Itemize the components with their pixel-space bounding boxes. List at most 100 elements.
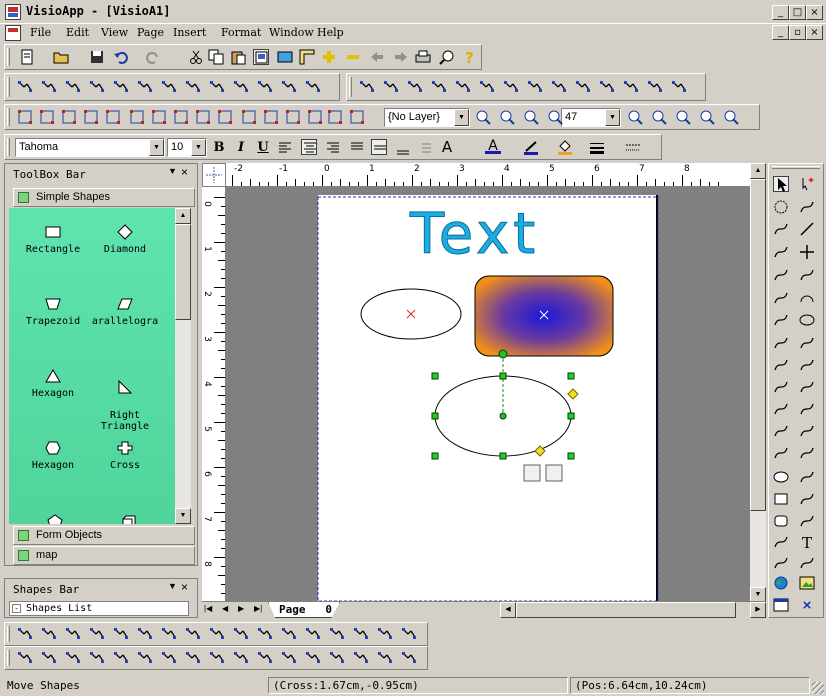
ruler-corner[interactable] [202,163,226,187]
distribute-tool-icon[interactable] [209,650,225,666]
shape-tool-icon[interactable] [773,423,789,439]
drawing-tool-icon[interactable] [195,109,211,125]
ellipse-fill-icon[interactable] [773,469,789,485]
arrange-tool-icon[interactable] [623,79,639,95]
align-tool-icon[interactable] [305,626,321,642]
shape-right-triangle[interactable]: Right Triangle [89,368,161,432]
redo-icon[interactable] [145,49,161,65]
align-tool-icon[interactable] [329,626,345,642]
first-page-icon[interactable]: |◀ [204,604,212,613]
align-tool-icon[interactable] [209,626,225,642]
connector-tool-icon[interactable] [89,79,105,95]
connector-tool-icon[interactable] [137,79,153,95]
align-tool-icon[interactable] [137,626,153,642]
shape-tool-icon[interactable] [799,267,815,283]
align-tool-icon[interactable] [113,626,129,642]
fill-color-icon[interactable] [557,139,573,155]
shape-diamond[interactable]: Diamond [89,224,161,255]
chevron-down-icon[interactable]: ▼ [454,109,469,126]
image-icon[interactable] [277,49,293,65]
connector-tool-icon[interactable] [209,79,225,95]
drawing-tool-icon[interactable] [217,109,233,125]
next-page-icon[interactable]: ▶ [238,604,244,613]
ruler-icon[interactable] [299,49,315,65]
connector-tool-icon[interactable] [161,79,177,95]
menu-file[interactable]: File [30,26,51,39]
align-right-icon[interactable] [325,140,341,156]
category-form-objects[interactable]: Form Objects [13,526,195,545]
distribute-tool-icon[interactable] [113,650,129,666]
zoom-out-minus-icon[interactable] [345,49,361,65]
arrange-tool-icon[interactable] [575,79,591,95]
shape-tool-icon[interactable] [773,267,789,283]
connector-tool-icon[interactable] [113,79,129,95]
align-justify-icon[interactable] [349,140,365,156]
distribute-tool-icon[interactable] [329,650,345,666]
align-tool-icon[interactable] [89,626,105,642]
drawing-tool-icon[interactable] [173,109,189,125]
arrange-tool-icon[interactable] [647,79,663,95]
shape-tool-icon[interactable] [773,244,789,260]
drawing-tool-icon[interactable] [285,109,301,125]
distribute-tool-icon[interactable] [281,650,297,666]
paste-icon[interactable] [230,49,246,65]
view-tool-icon[interactable] [523,109,539,125]
picture-icon[interactable] [799,575,815,591]
print-icon[interactable] [415,49,431,65]
line-pattern-icon[interactable] [625,140,641,156]
ellipse-tool-icon[interactable] [799,312,815,328]
drawing-tool-icon[interactable] [61,109,77,125]
format-painter-icon[interactable] [253,49,269,65]
scroll-up-icon[interactable]: ▲ [750,163,766,179]
align-tool-icon[interactable] [257,626,273,642]
distribute-tool-icon[interactable] [233,650,249,666]
drawing-tool-icon[interactable] [349,109,365,125]
distribute-tool-icon[interactable] [41,650,57,666]
chevron-down-icon[interactable]: ▼ [191,139,206,156]
shape-tool-icon[interactable] [799,555,815,571]
shape-trapezoid[interactable]: Trapezoid [17,296,89,327]
distribute-tool-icon[interactable] [257,650,273,666]
distribute-tool-icon[interactable] [89,650,105,666]
scroll-thumb[interactable] [175,224,191,320]
font-select[interactable]: Tahoma ▼ [15,138,165,157]
arrange-tool-icon[interactable] [479,79,495,95]
shape-tool-icon[interactable] [799,513,815,529]
shape-tool-icon[interactable] [799,491,815,507]
toolbox-close-icon[interactable]: × [181,165,188,179]
menu-format[interactable]: Format [221,26,261,39]
shapes-list-row[interactable]: - Shapes List [9,601,189,616]
delete-x-icon[interactable]: × [799,597,815,614]
collapse-icon[interactable]: - [12,604,21,613]
line-tool-icon[interactable] [799,221,815,237]
align-tool-icon[interactable] [185,626,201,642]
bullets-icon[interactable] [417,140,433,156]
shape-tool-icon[interactable] [773,335,789,351]
italic-icon[interactable]: I [233,140,249,156]
shape-tool-icon[interactable] [773,312,789,328]
last-page-icon[interactable]: ▶| [254,604,262,613]
rectangle-tool-icon[interactable] [773,491,789,507]
shapes-bar-chevron-icon[interactable]: ▼ [168,581,177,591]
forward-arrow-icon[interactable] [393,49,409,65]
drawing-tool-icon[interactable] [241,109,257,125]
arc-icon[interactable] [799,290,815,306]
shape-tool-icon[interactable] [799,423,815,439]
distribute-tool-icon[interactable] [17,650,33,666]
shape-tool-icon[interactable] [773,290,789,306]
globe-icon[interactable] [773,575,789,591]
align-center-icon[interactable] [301,139,317,155]
page-tab[interactable]: Page 0 [268,602,340,618]
connector-tool-icon[interactable] [257,79,273,95]
connector-tool-icon[interactable] [185,79,201,95]
shape-tool-icon[interactable] [773,221,789,237]
rounded-rect-tool-icon[interactable] [773,513,789,529]
align-tool-icon[interactable] [41,626,57,642]
arrange-tool-icon[interactable] [527,79,543,95]
distribute-tool-icon[interactable] [137,650,153,666]
shape-rectangle[interactable]: Rectangle [17,224,89,255]
distribute-tool-icon[interactable] [305,650,321,666]
chevron-down-icon[interactable]: ▼ [149,139,164,156]
close-button[interactable]: × [806,5,823,20]
distribute-tool-icon[interactable] [401,650,417,666]
